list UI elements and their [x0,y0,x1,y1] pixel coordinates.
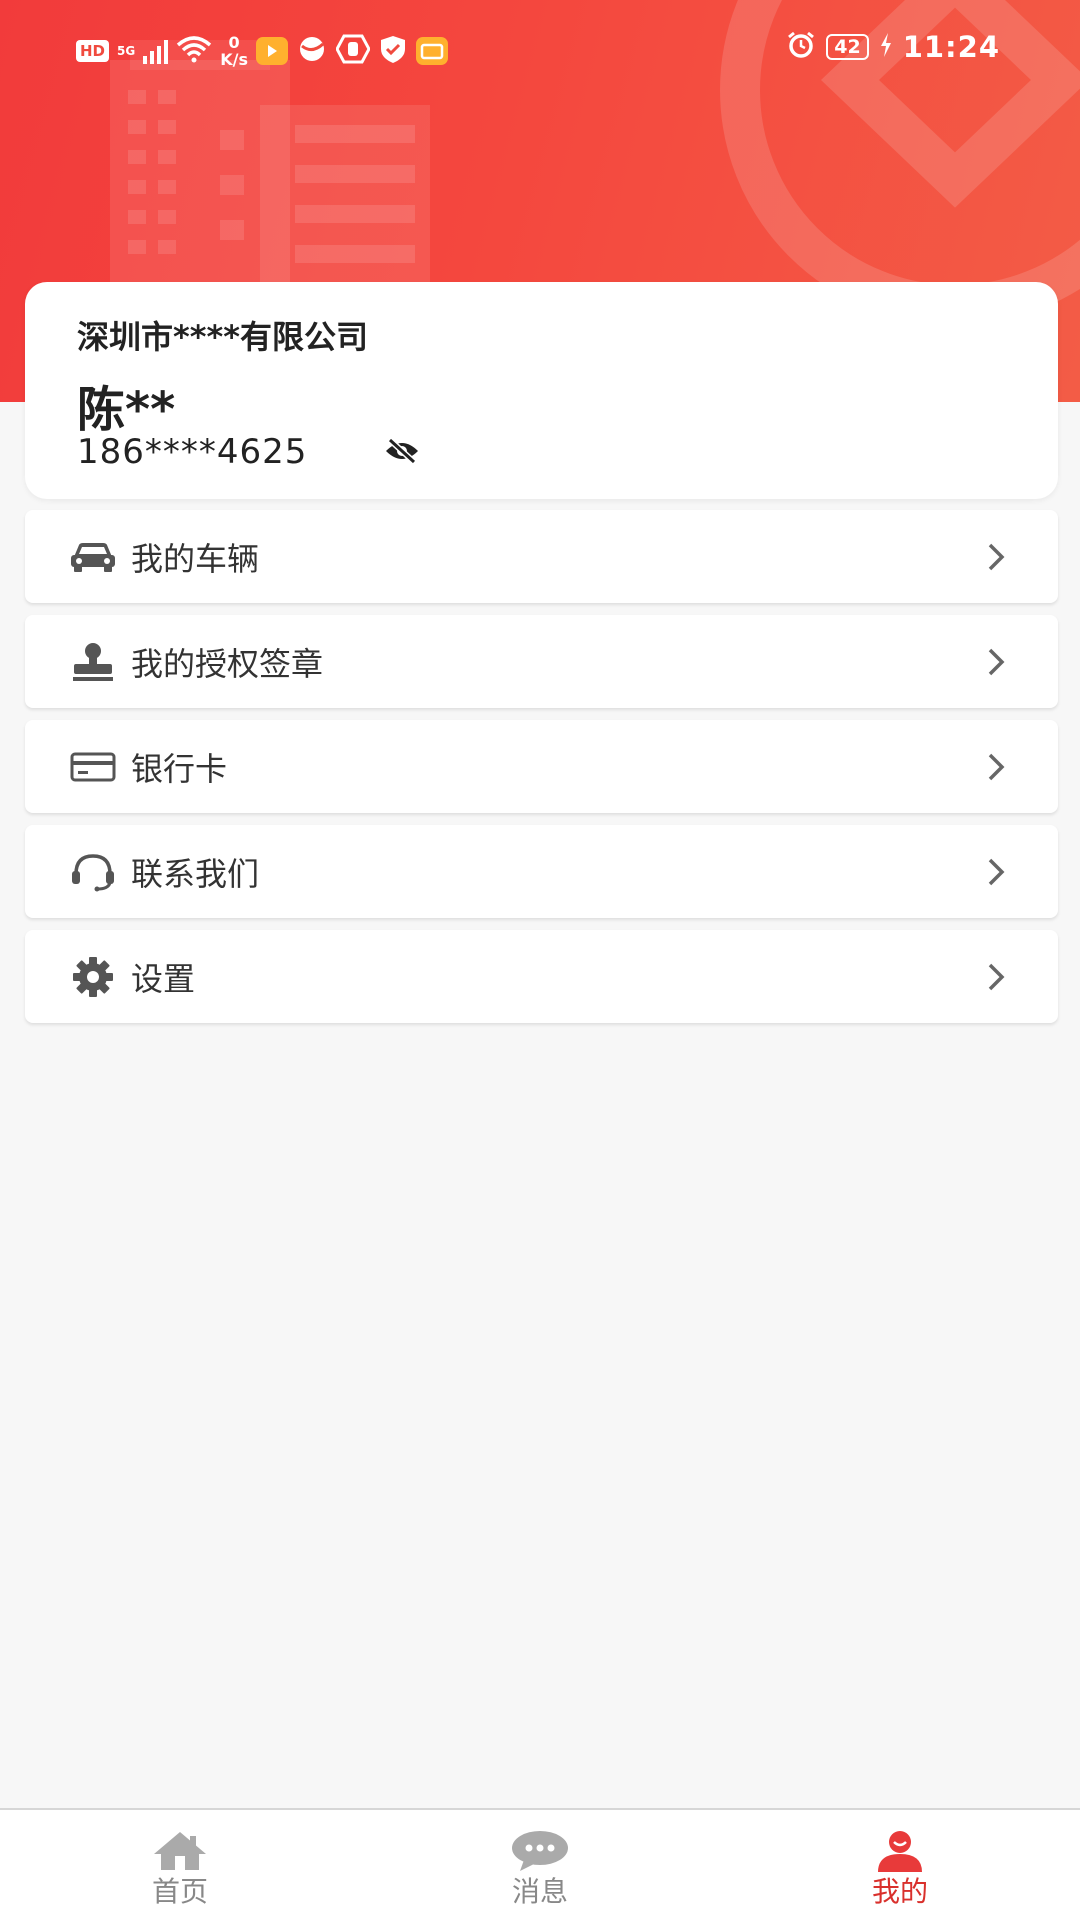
status-bar-left: HD 5G 0 K/s [76,34,448,68]
chevron-right-icon [984,959,1008,995]
tab-label: 首页 [151,1875,208,1908]
charging-icon [879,32,893,62]
status-bar-right: 42 11:24 [786,30,1000,64]
status-bar: HD 5G 0 K/s 42 11:24 [0,0,1080,104]
eye-off-icon[interactable] [383,434,421,468]
car-icon [69,533,117,581]
menu-item-contact-us[interactable]: 联系我们 [25,825,1058,918]
menu-item-my-vehicles[interactable]: 我的车辆 [25,510,1058,603]
tab-label: 消息 [511,1875,568,1908]
menu-item-label: 联系我们 [131,854,260,893]
tab-label: 我的 [871,1875,928,1908]
globe-app-icon [296,34,328,68]
chevron-right-icon [984,539,1008,575]
signal-icon [143,38,169,64]
network-speed: 0 K/s [220,34,248,68]
message-icon [508,1826,572,1876]
network-type: 5G [117,44,136,58]
stamp-icon [69,638,117,686]
wallet-app-icon [415,37,448,65]
chevron-right-icon [984,644,1008,680]
tab-messages[interactable]: 消息 [440,1810,640,1920]
user-icon [868,1826,932,1876]
hand-app-icon [335,34,371,68]
menu-item-label: 设置 [131,959,196,998]
bottom-nav: 首页 消息 我的 [0,1808,1080,1920]
battery-indicator: 42 [826,34,869,60]
menu-item-bank-card[interactable]: 银行卡 [25,720,1058,813]
menu-item-label: 银行卡 [131,749,228,788]
network-speed-unit: K/s [220,50,248,69]
user-name: 陈** [77,382,176,438]
company-name: 深圳市****有限公司 [77,318,368,356]
bank-card-icon [69,743,117,791]
clock: 11:24 [902,30,1000,64]
menu-item-settings[interactable]: 设置 [25,930,1058,1023]
tab-mine[interactable]: 我的 [800,1810,1000,1920]
phone-number: 186****4625 [77,432,308,472]
gear-icon [69,953,117,1001]
menu-item-label: 我的授权签章 [131,644,324,683]
home-icon [148,1826,212,1876]
profile-card: 深圳市****有限公司 陈** 186****4625 [25,282,1058,499]
tab-home[interactable]: 首页 [80,1810,280,1920]
chevron-right-icon [984,749,1008,785]
hd-indicator: HD [76,40,110,62]
menu-item-label: 我的车辆 [131,539,260,578]
video-app-icon [255,37,288,65]
menu-item-authorized-seal[interactable]: 我的授权签章 [25,615,1058,708]
shield-app-icon [378,34,408,68]
chevron-right-icon [984,854,1008,890]
wifi-icon [176,35,212,67]
headset-icon [69,848,117,896]
alarm-icon [786,30,816,64]
